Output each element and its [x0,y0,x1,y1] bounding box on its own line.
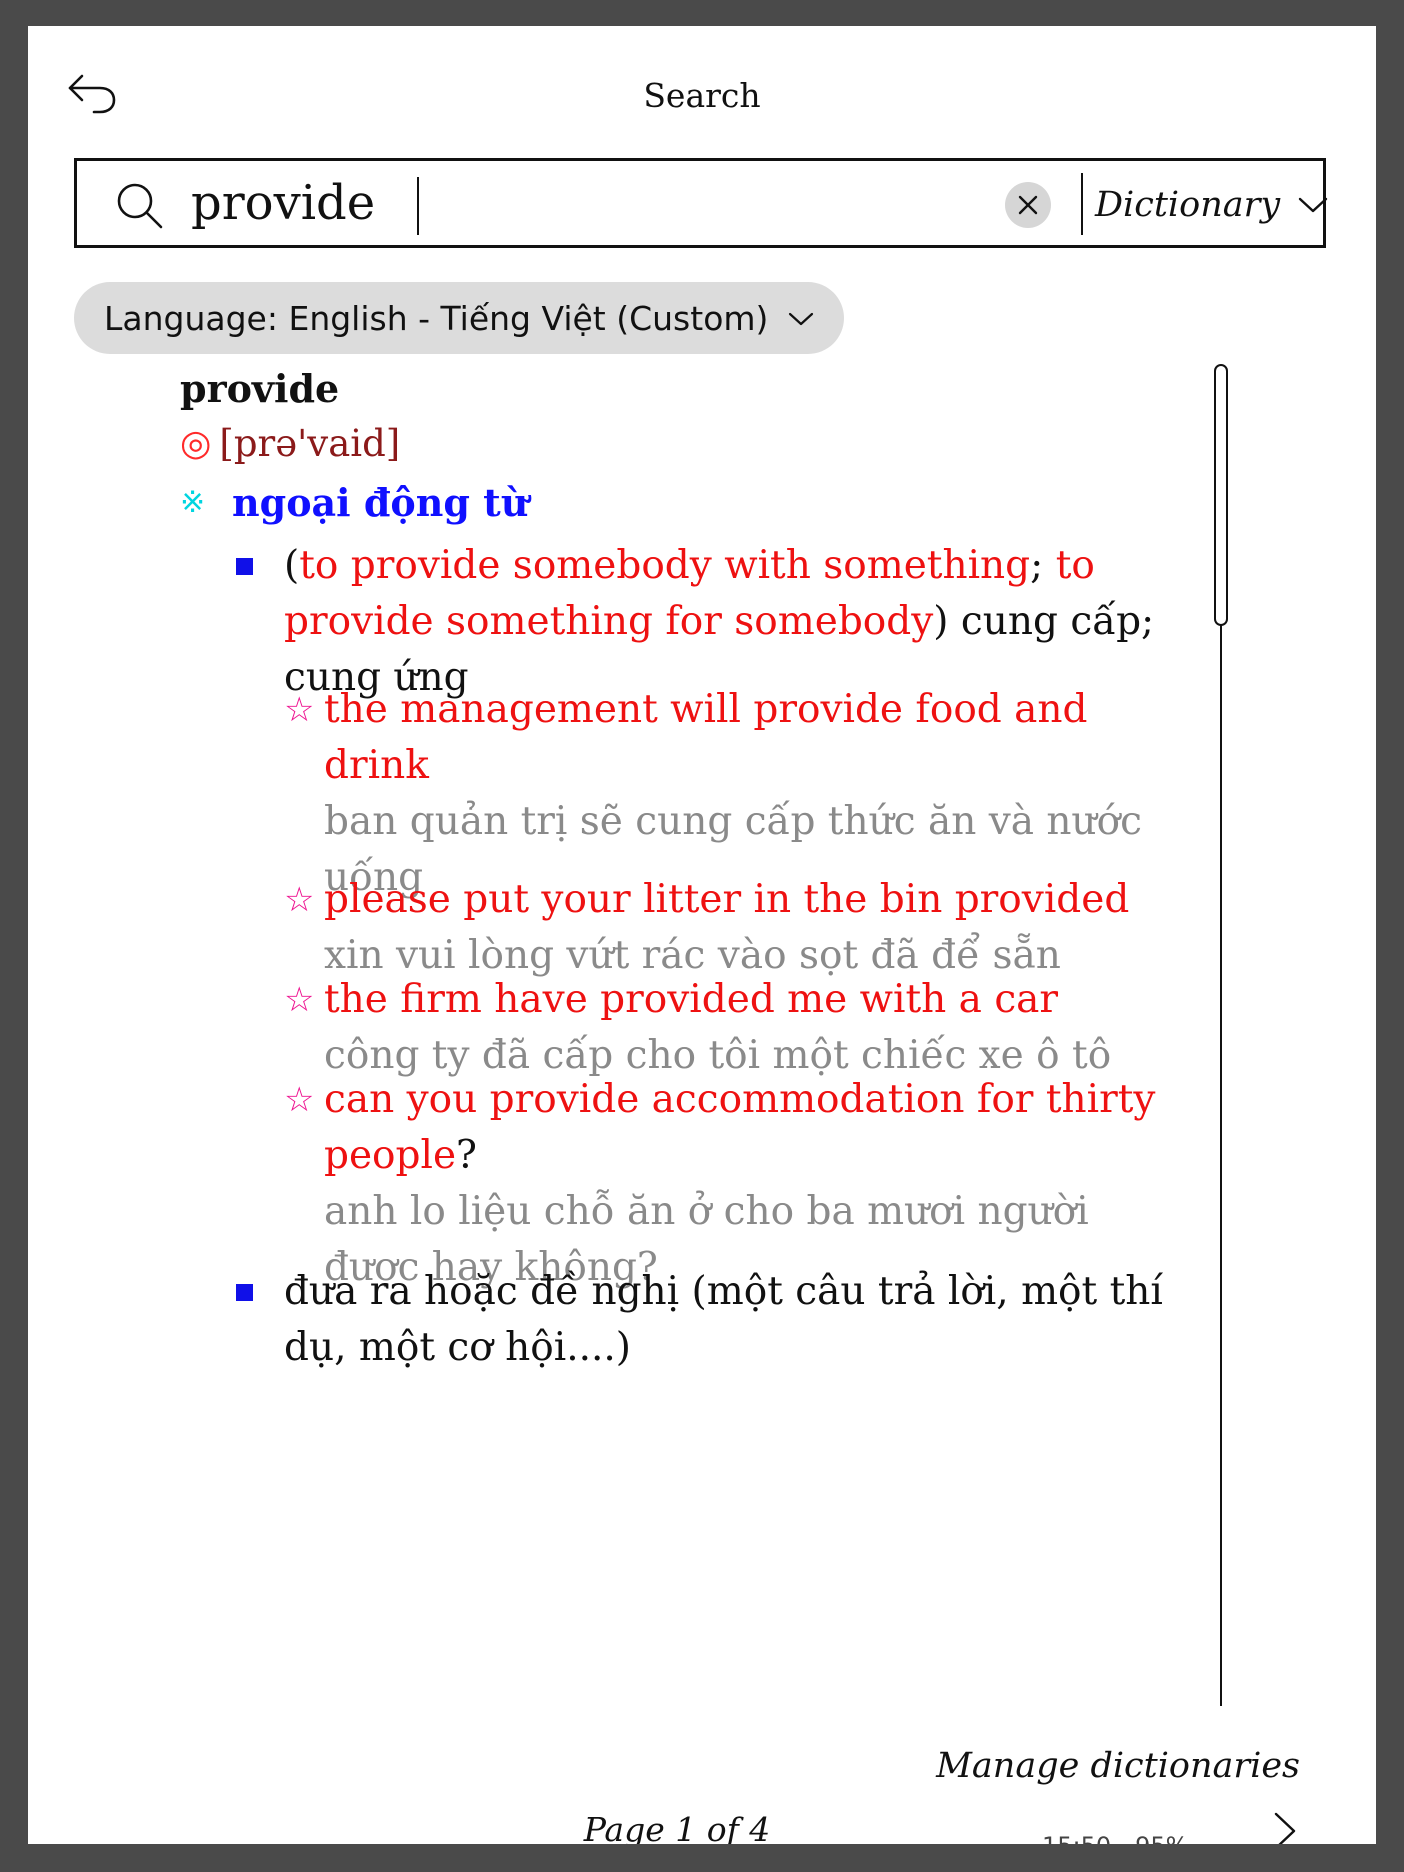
entry-pronunciation: [prə'vaid] [219,422,401,465]
text-cursor [417,177,419,235]
search-type-dropdown[interactable]: Dictionary [1095,175,1328,235]
part-of-speech: ngoại động từ [232,480,529,525]
square-bullet-icon [236,1284,253,1301]
language-filter-chip[interactable]: Language: English - Tiếng Việt (Custom) [74,282,844,354]
double-circle-icon: ◎ [180,423,212,464]
clear-search-button[interactable] [1005,182,1051,228]
square-bullet-icon [236,558,253,575]
example-english: please put your litter in the bin provid… [324,877,1130,922]
dictionary-search-screen: Search Dictionary Language: English - Ti… [28,26,1376,1844]
example-english: the firm have provided me with a car [324,977,1059,1022]
search-type-label: Dictionary [1095,185,1281,225]
search-icon [115,181,167,233]
scrollbar-thumb[interactable] [1214,364,1228,626]
entry-headword: provide [180,366,340,411]
chevron-down-icon [1298,197,1328,213]
next-page-button[interactable] [1268,1810,1302,1844]
example-english: the management will provide food and dri… [324,687,1088,788]
star-icon: ☆ [284,880,315,920]
chevron-down-icon [788,312,814,326]
star-icon: ☆ [284,1080,315,1120]
search-bar: Dictionary [74,158,1328,248]
search-divider [1081,173,1083,235]
sense-phrase: to provide somebody with something [299,543,1031,588]
reference-mark-icon: ※ [180,485,206,520]
pronunciation-row: ◎ [prə'vaid] [180,422,400,465]
example-english: can you provide accommodation for thirty… [324,1077,1156,1178]
manage-dictionaries-link[interactable]: Manage dictionaries [936,1746,1300,1786]
search-input[interactable] [191,171,911,235]
sense-definition: đưa ra hoặc đề nghị (một câu trả lời, mộ… [284,1269,1163,1370]
sense-definition: (to provide somebody with something; to … [284,543,1155,700]
star-icon: ☆ [284,690,315,730]
chevron-right-icon [1274,1812,1296,1844]
star-icon: ☆ [284,980,315,1020]
status-clock-battery: 15:50 - 95% [1042,1832,1188,1844]
part-of-speech-row: ※ ngoại động từ [180,480,528,525]
close-icon [1018,195,1038,215]
page-title: Search [643,76,761,115]
language-filter-label: Language: English - Tiếng Việt (Custom) [104,298,769,338]
